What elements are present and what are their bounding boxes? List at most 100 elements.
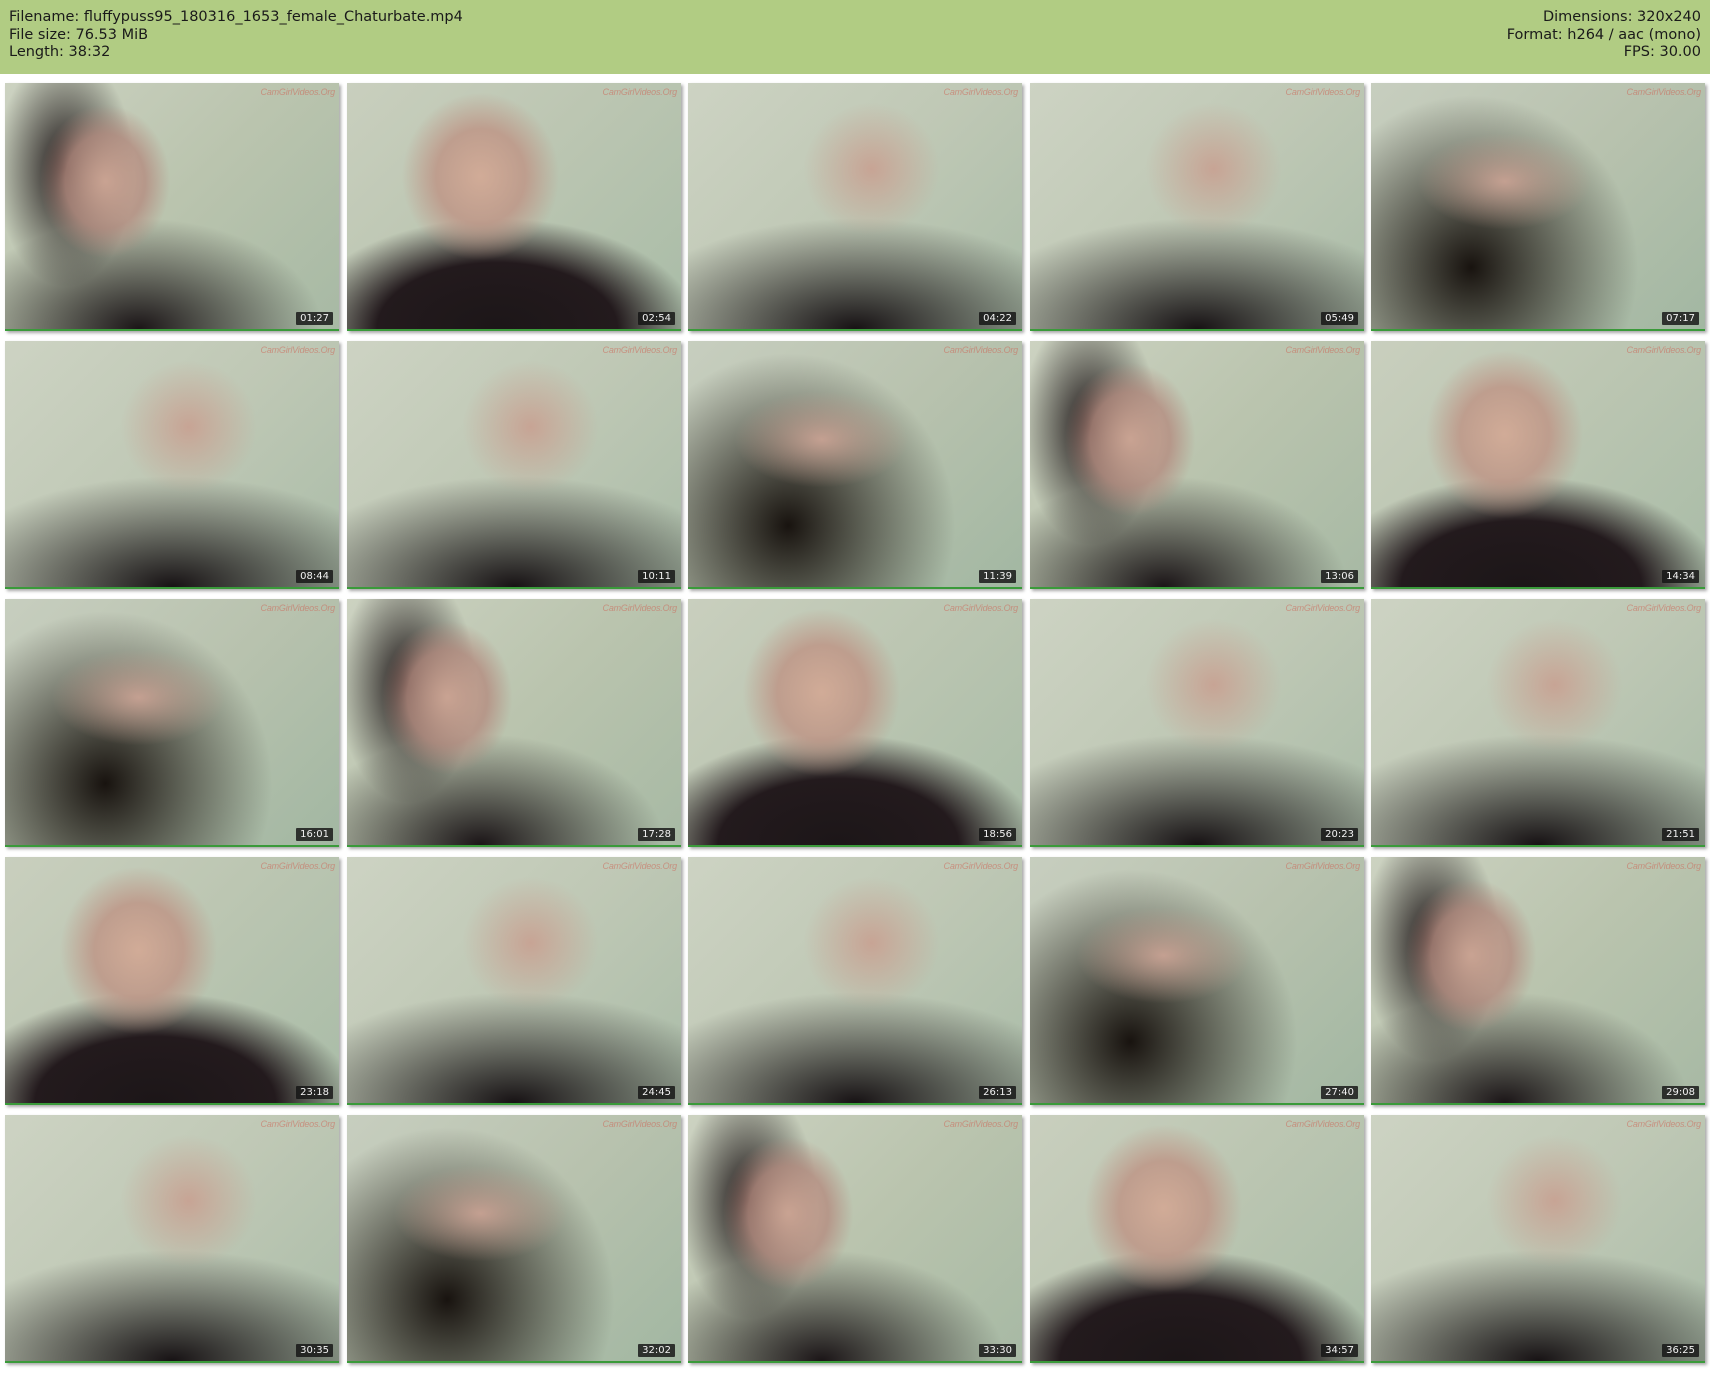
watermark-text: CamGirlVideos.Org — [602, 87, 678, 97]
thumbnail-timestamp: 01:27 — [296, 312, 333, 325]
thumbnail-frame — [688, 83, 1022, 329]
filename-text: Filename: fluffypuss95_180316_1653_femal… — [9, 9, 463, 25]
thumbnail-frame — [1371, 341, 1705, 587]
watermark-text: CamGirlVideos.Org — [1626, 1119, 1702, 1129]
thumbnail-timestamp: 02:54 — [638, 312, 675, 325]
video-thumbnail[interactable]: CamGirlVideos.Org 26:13 — [688, 857, 1022, 1105]
watermark-text: CamGirlVideos.Org — [1626, 603, 1702, 613]
video-thumbnail[interactable]: CamGirlVideos.Org 02:54 — [347, 83, 681, 331]
watermark-text: CamGirlVideos.Org — [260, 861, 336, 871]
watermark-text: CamGirlVideos.Org — [943, 345, 1019, 355]
watermark-text: CamGirlVideos.Org — [260, 1119, 336, 1129]
video-thumbnail[interactable]: CamGirlVideos.Org 32:02 — [347, 1115, 681, 1363]
video-thumbnail[interactable]: CamGirlVideos.Org 21:51 — [1371, 599, 1705, 847]
video-thumbnail[interactable]: CamGirlVideos.Org 20:23 — [1030, 599, 1364, 847]
fps-text: FPS: 30.00 — [1623, 44, 1701, 60]
video-thumbnail[interactable]: CamGirlVideos.Org 13:06 — [1030, 341, 1364, 589]
thumbnail-frame — [347, 83, 681, 329]
thumbnail-timestamp: 08:44 — [296, 570, 333, 583]
watermark-text: CamGirlVideos.Org — [602, 861, 678, 871]
video-thumbnail[interactable]: CamGirlVideos.Org 23:18 — [5, 857, 339, 1105]
thumbnail-frame — [688, 341, 1022, 587]
dimensions-text: Dimensions: 320x240 — [1542, 9, 1701, 25]
video-thumbnail[interactable]: CamGirlVideos.Org 36:25 — [1371, 1115, 1705, 1363]
thumbnail-frame — [5, 1115, 339, 1361]
watermark-text: CamGirlVideos.Org — [1285, 1119, 1361, 1129]
video-thumbnail[interactable]: CamGirlVideos.Org 04:22 — [688, 83, 1022, 331]
watermark-text: CamGirlVideos.Org — [602, 345, 678, 355]
video-thumbnail[interactable]: CamGirlVideos.Org 17:28 — [347, 599, 681, 847]
watermark-text: CamGirlVideos.Org — [943, 1119, 1019, 1129]
thumbnail-frame — [5, 599, 339, 845]
thumbnail-frame — [1030, 1115, 1364, 1361]
video-thumbnail[interactable]: CamGirlVideos.Org 27:40 — [1030, 857, 1364, 1105]
thumbnail-frame — [688, 857, 1022, 1103]
thumbnail-timestamp: 23:18 — [296, 1086, 333, 1099]
thumbnail-frame — [5, 341, 339, 587]
thumbnail-frame — [1371, 83, 1705, 329]
watermark-text: CamGirlVideos.Org — [602, 603, 678, 613]
video-thumbnail[interactable]: CamGirlVideos.Org 29:08 — [1371, 857, 1705, 1105]
video-thumbnail[interactable]: CamGirlVideos.Org 33:30 — [688, 1115, 1022, 1363]
thumbnail-timestamp: 17:28 — [638, 828, 675, 841]
thumbnail-frame — [1371, 857, 1705, 1103]
thumbnail-timestamp: 34:57 — [1321, 1344, 1358, 1357]
video-thumbnail[interactable]: CamGirlVideos.Org 05:49 — [1030, 83, 1364, 331]
video-thumbnail[interactable]: CamGirlVideos.Org 10:11 — [347, 341, 681, 589]
thumbnail-frame — [347, 599, 681, 845]
thumbnail-frame — [688, 599, 1022, 845]
watermark-text: CamGirlVideos.Org — [260, 345, 336, 355]
thumbnail-timestamp: 36:25 — [1662, 1344, 1699, 1357]
watermark-text: CamGirlVideos.Org — [1626, 345, 1702, 355]
watermark-text: CamGirlVideos.Org — [943, 87, 1019, 97]
format-text: Format: h264 / aac (mono) — [1506, 26, 1701, 43]
thumbnail-frame — [347, 1115, 681, 1361]
thumbnail-timestamp: 24:45 — [638, 1086, 675, 1099]
thumbnail-timestamp: 21:51 — [1662, 828, 1699, 841]
watermark-text: CamGirlVideos.Org — [943, 603, 1019, 613]
thumbnail-frame — [1030, 341, 1364, 587]
watermark-text: CamGirlVideos.Org — [943, 861, 1019, 871]
length-text: Length: 38:32 — [9, 44, 111, 60]
file-info-right: Dimensions: 320x240 Format: h264 / aac (… — [1507, 9, 1701, 62]
video-thumbnail[interactable]: CamGirlVideos.Org 11:39 — [688, 341, 1022, 589]
thumbnail-timestamp: 04:22 — [979, 312, 1016, 325]
video-thumbnail[interactable]: CamGirlVideos.Org 01:27 — [5, 83, 339, 331]
thumbnail-timestamp: 13:06 — [1321, 570, 1358, 583]
thumbnail-timestamp: 32:02 — [638, 1344, 675, 1357]
thumbnail-frame — [1371, 1115, 1705, 1361]
file-size-text: File size: 76.53 MiB — [9, 26, 149, 43]
watermark-text: CamGirlVideos.Org — [602, 1119, 678, 1129]
thumbnail-timestamp: 05:49 — [1321, 312, 1358, 325]
thumbnail-timestamp: 29:08 — [1662, 1086, 1699, 1099]
watermark-text: CamGirlVideos.Org — [1285, 603, 1361, 613]
file-info-header: Filename: fluffypuss95_180316_1653_femal… — [0, 0, 1710, 74]
thumbnail-timestamp: 14:34 — [1662, 570, 1699, 583]
thumbnail-timestamp: 33:30 — [979, 1344, 1016, 1357]
video-thumbnail[interactable]: CamGirlVideos.Org 34:57 — [1030, 1115, 1364, 1363]
video-thumbnail[interactable]: CamGirlVideos.Org 07:17 — [1371, 83, 1705, 331]
watermark-text: CamGirlVideos.Org — [260, 87, 336, 97]
thumbnail-timestamp: 07:17 — [1662, 312, 1699, 325]
video-thumbnail[interactable]: CamGirlVideos.Org 14:34 — [1371, 341, 1705, 589]
video-thumbnail[interactable]: CamGirlVideos.Org 18:56 — [688, 599, 1022, 847]
thumbnail-frame — [1030, 599, 1364, 845]
thumbnail-frame — [347, 341, 681, 587]
thumbnail-timestamp: 30:35 — [296, 1344, 333, 1357]
watermark-text: CamGirlVideos.Org — [1285, 87, 1361, 97]
thumbnail-frame — [1030, 83, 1364, 329]
thumbnail-timestamp: 10:11 — [638, 570, 675, 583]
watermark-text: CamGirlVideos.Org — [1626, 861, 1702, 871]
thumbnail-frame — [5, 83, 339, 329]
watermark-text: CamGirlVideos.Org — [260, 603, 336, 613]
thumbnail-frame — [5, 857, 339, 1103]
video-thumbnail[interactable]: CamGirlVideos.Org 16:01 — [5, 599, 339, 847]
video-thumbnail[interactable]: CamGirlVideos.Org 24:45 — [347, 857, 681, 1105]
watermark-text: CamGirlVideos.Org — [1285, 345, 1361, 355]
watermark-text: CamGirlVideos.Org — [1626, 87, 1702, 97]
video-thumbnail[interactable]: CamGirlVideos.Org 30:35 — [5, 1115, 339, 1363]
thumbnail-timestamp: 20:23 — [1321, 828, 1358, 841]
file-info-left: Filename: fluffypuss95_180316_1653_femal… — [9, 9, 463, 62]
video-thumbnail[interactable]: CamGirlVideos.Org 08:44 — [5, 341, 339, 589]
thumbnail-timestamp: 27:40 — [1321, 1086, 1358, 1099]
